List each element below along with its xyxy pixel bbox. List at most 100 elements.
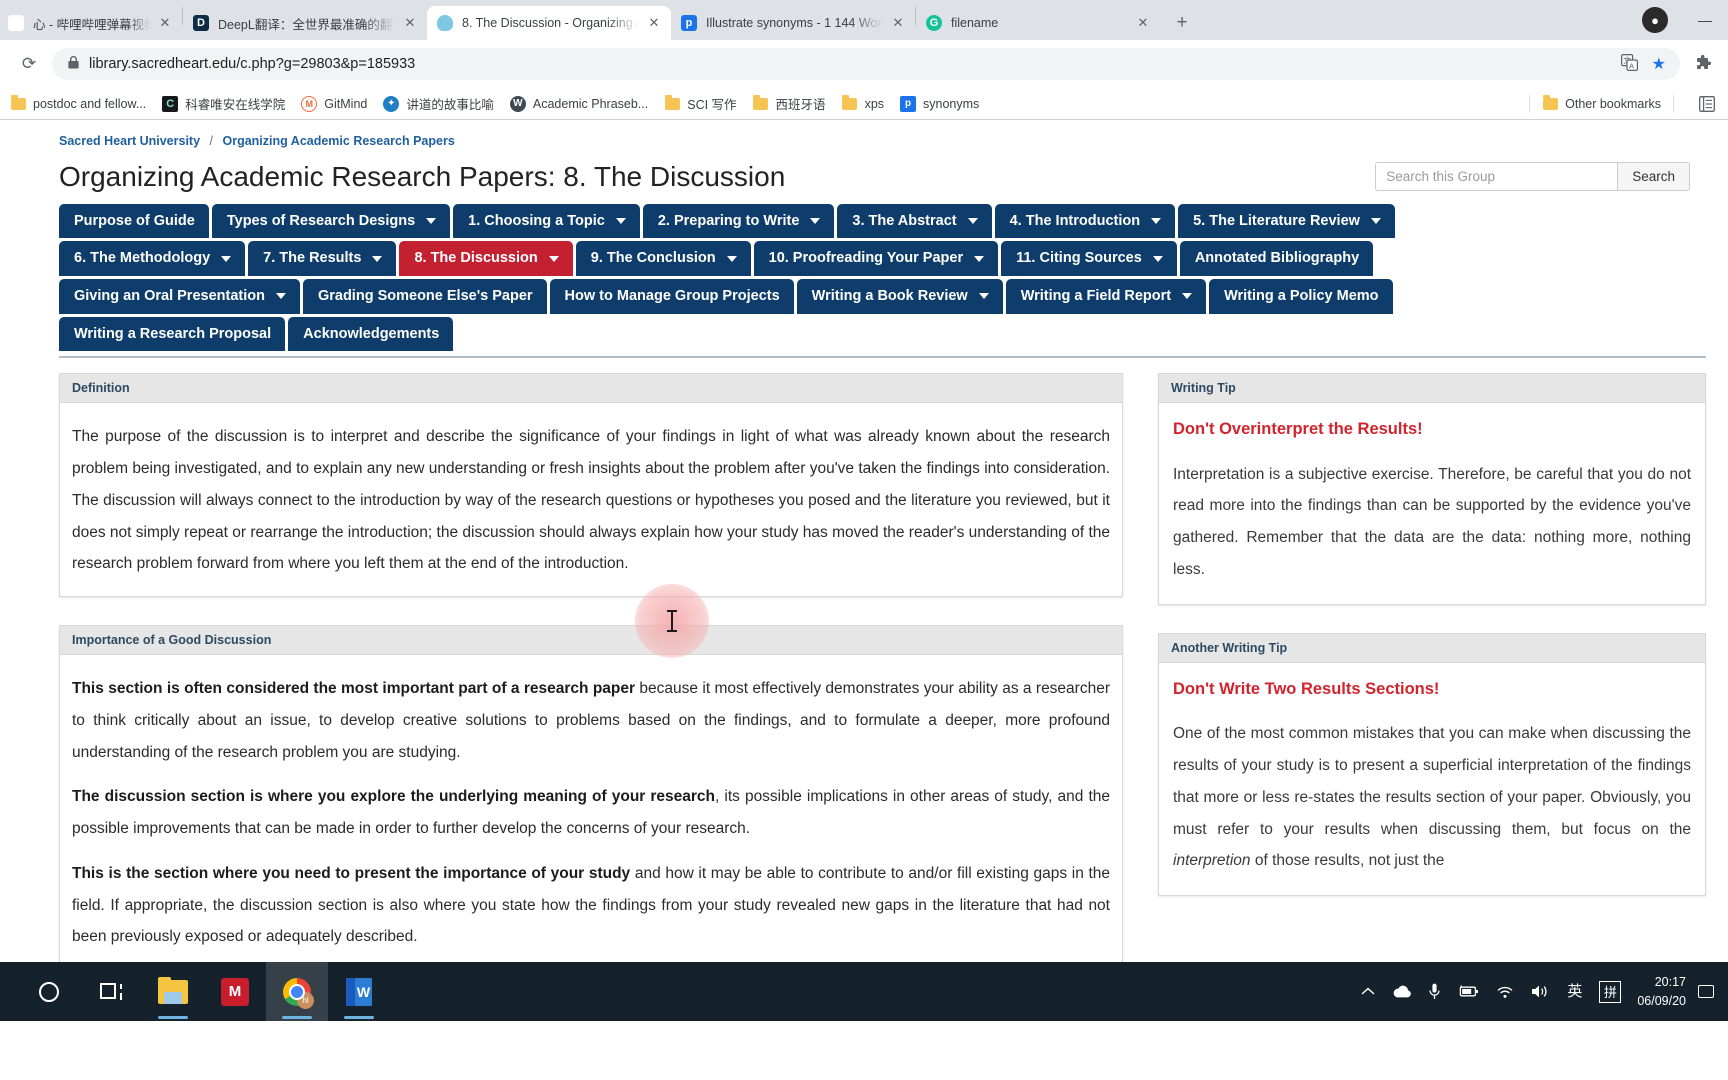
bookmark-clarivate[interactable]: C 科睿唯安在线学院	[162, 94, 285, 113]
ime-language-icon[interactable]: 英	[1567, 984, 1582, 999]
cortana-search-button[interactable]	[18, 962, 80, 1021]
writing-tip-text: Interpretation is a subjective exercise.…	[1173, 465, 1691, 579]
reload-icon[interactable]: ⟳	[14, 49, 44, 79]
close-icon[interactable]: ✕	[156, 14, 174, 32]
nav-tab-the-conclusion[interactable]: 9. The Conclusion	[575, 241, 751, 276]
grammarly-icon: G	[926, 15, 942, 31]
search-button[interactable]: Search	[1617, 162, 1690, 191]
show-hidden-icons-chevron-icon[interactable]	[1361, 987, 1375, 997]
nav-tab-the-discussion[interactable]: 8. The Discussion	[399, 241, 573, 276]
clarivate-icon: C	[162, 95, 179, 112]
nav-tab-types-of-research-designs[interactable]: Types of Research Designs	[211, 203, 451, 239]
bookmark-gitmind[interactable]: M GitMind	[301, 95, 368, 112]
close-icon[interactable]: ✕	[401, 14, 419, 32]
reading-list-icon[interactable]	[1696, 93, 1718, 115]
file-explorer-button[interactable]	[142, 962, 204, 1021]
nav-tab-citing-sources[interactable]: 11. Citing Sources	[1001, 241, 1177, 276]
bookmark-label: Academic Phraseb...	[532, 96, 649, 111]
ime-mode-icon[interactable]: 拼	[1599, 980, 1622, 1003]
nav-tab-the-methodology[interactable]: 6. The Methodology	[59, 241, 246, 276]
bookmark-xps[interactable]: xps	[842, 94, 884, 112]
nav-row-4: Writing a Research Proposal Acknowledgem…	[59, 316, 1706, 352]
browser-tab-discussion[interactable]: 8. The Discussion - Organizing Ac ✕	[427, 6, 671, 40]
close-icon[interactable]: ✕	[645, 14, 663, 32]
nav-tab-the-literature-review[interactable]: 5. The Literature Review	[1178, 203, 1395, 239]
bookmark-sci-writing[interactable]: SCI 写作	[664, 94, 737, 113]
nav-tab-annotated-bibliography[interactable]: Annotated Bibliography	[1179, 241, 1374, 276]
nav-tab-proofreading-your-paper[interactable]: 10. Proofreading Your Paper	[753, 241, 999, 276]
search-input[interactable]	[1375, 162, 1618, 191]
bookmark-label: 科睿唯安在线学院	[185, 98, 286, 112]
nav-tab-choosing-a-topic[interactable]: 1. Choosing a Topic	[453, 203, 640, 239]
chrome-button[interactable]: hl	[266, 962, 328, 1021]
nav-tab-writing-a-policy-memo[interactable]: Writing a Policy Memo	[1209, 278, 1393, 314]
nav-row-2: 6. The Methodology 7. The Results 8. The…	[59, 241, 1706, 276]
nav-tab-giving-an-oral-presentation[interactable]: Giving an Oral Presentation	[59, 278, 300, 314]
action-center-icon[interactable]	[1698, 983, 1714, 1001]
onedrive-cloud-icon[interactable]	[1392, 985, 1412, 998]
bookmark-spanish[interactable]: 西班牙语	[753, 94, 826, 113]
wifi-icon[interactable]	[1496, 985, 1514, 999]
task-view-button[interactable]	[80, 962, 142, 1021]
translate-icon[interactable]: 文A	[1620, 54, 1638, 74]
another-writing-tip-text: One of the most common mistakes that you…	[1173, 718, 1691, 877]
taskbar-clock[interactable]: 20:17 06/09/20	[1637, 973, 1698, 1009]
another-writing-tip-title: Don't Write Two Results Sections!	[1173, 679, 1440, 698]
nav-tab-preparing-to-write[interactable]: 2. Preparing to Write	[642, 203, 835, 239]
word-button[interactable]: W	[328, 962, 390, 1021]
microphone-icon[interactable]	[1429, 983, 1440, 1000]
divider	[1529, 94, 1531, 113]
browser-tab-deepl[interactable]: D DeepL翻译：全世界最准确的翻译 ✕	[183, 6, 427, 40]
bookmark-sermon-stories[interactable]: ✦ 讲道的故事比喻	[383, 94, 494, 113]
browser-tab-synonyms[interactable]: p Illustrate synonyms - 1 144 Words ✕	[671, 6, 915, 40]
bilibili-icon	[8, 15, 24, 31]
bookmark-label: GitMind	[324, 96, 368, 111]
nav-tab-label: Writing a Policy Memo	[1224, 287, 1379, 304]
bookmark-label: postdoc and fellow...	[33, 96, 147, 111]
other-bookmarks-label: Other bookmarks	[1565, 96, 1661, 111]
nav-tab-the-results[interactable]: 7. The Results	[248, 241, 397, 276]
close-icon[interactable]: ✕	[889, 14, 907, 32]
breadcrumb-root-link[interactable]: Sacred Heart University	[59, 134, 200, 148]
battery-icon[interactable]	[1457, 985, 1479, 998]
file-explorer-icon	[158, 976, 188, 1004]
paragraph-lead-bold: The discussion section is where you expl…	[72, 788, 716, 806]
nav-tab-label: Types of Research Designs	[226, 212, 416, 229]
profile-avatar[interactable]: ●	[1642, 7, 1668, 33]
tab-title: DeepL翻译：全世界最准确的翻译	[218, 17, 395, 32]
browser-tab-filename[interactable]: G filename ✕	[916, 6, 1160, 40]
new-tab-button[interactable]: +	[1168, 9, 1196, 37]
group-search: Search	[1375, 162, 1690, 191]
minimize-button[interactable]: —	[1682, 4, 1728, 36]
other-bookmarks-folder[interactable]: Other bookmarks	[1542, 94, 1661, 112]
nav-tab-the-abstract[interactable]: 3. The Abstract	[837, 203, 992, 239]
mindmaster-button[interactable]: M	[204, 962, 266, 1021]
breadcrumb-current-link[interactable]: Organizing Academic Research Papers	[223, 134, 455, 148]
close-icon[interactable]: ✕	[1134, 14, 1152, 32]
bookmark-academic-phrasebank[interactable]: W Academic Phraseb...	[509, 95, 649, 112]
chevron-down-icon	[1370, 217, 1381, 224]
nav-tab-writing-a-field-report[interactable]: Writing a Field Report	[1005, 278, 1207, 314]
bookmark-star-icon[interactable]: ★	[1652, 54, 1666, 74]
nav-tab-writing-a-research-proposal[interactable]: Writing a Research Proposal	[59, 316, 286, 352]
nav-tab-label: 8. The Discussion	[414, 250, 538, 267]
writing-tip-title: Don't Overinterpret the Results!	[1173, 420, 1423, 439]
nav-tab-grading-someone-elses-paper[interactable]: Grading Someone Else's Paper	[302, 278, 547, 314]
page-header: Organizing Academic Research Papers: 8. …	[0, 148, 1728, 194]
powerthesaurus-icon: p	[681, 15, 697, 31]
extensions-puzzle-icon[interactable]	[1688, 49, 1718, 79]
nav-tab-writing-a-book-review[interactable]: Writing a Book Review	[796, 278, 1003, 314]
bookmark-postdoc[interactable]: postdoc and fellow...	[10, 94, 147, 112]
nav-tab-label: Giving an Oral Presentation	[74, 287, 265, 304]
folder-icon	[1542, 94, 1558, 112]
bookmark-synonyms[interactable]: p synonyms	[900, 95, 979, 112]
nav-tab-purpose-of-guide[interactable]: Purpose of Guide	[59, 203, 209, 239]
nav-tab-acknowledgements[interactable]: Acknowledgements	[288, 316, 454, 352]
nav-tab-the-introduction[interactable]: 4. The Introduction	[994, 203, 1176, 239]
chevron-down-icon	[615, 217, 626, 224]
tab-title: Illustrate synonyms - 1 144 Words	[706, 16, 883, 30]
volume-icon[interactable]	[1531, 984, 1550, 999]
nav-tab-how-to-manage-group-projects[interactable]: How to Manage Group Projects	[549, 278, 794, 314]
browser-tab-bilibili[interactable]: 心 - 哔哩哔哩弹幕视频网 ✕	[0, 6, 182, 40]
address-bar[interactable]: library.sacredheart.edu/c.php?g=29803&p=…	[52, 48, 1680, 80]
